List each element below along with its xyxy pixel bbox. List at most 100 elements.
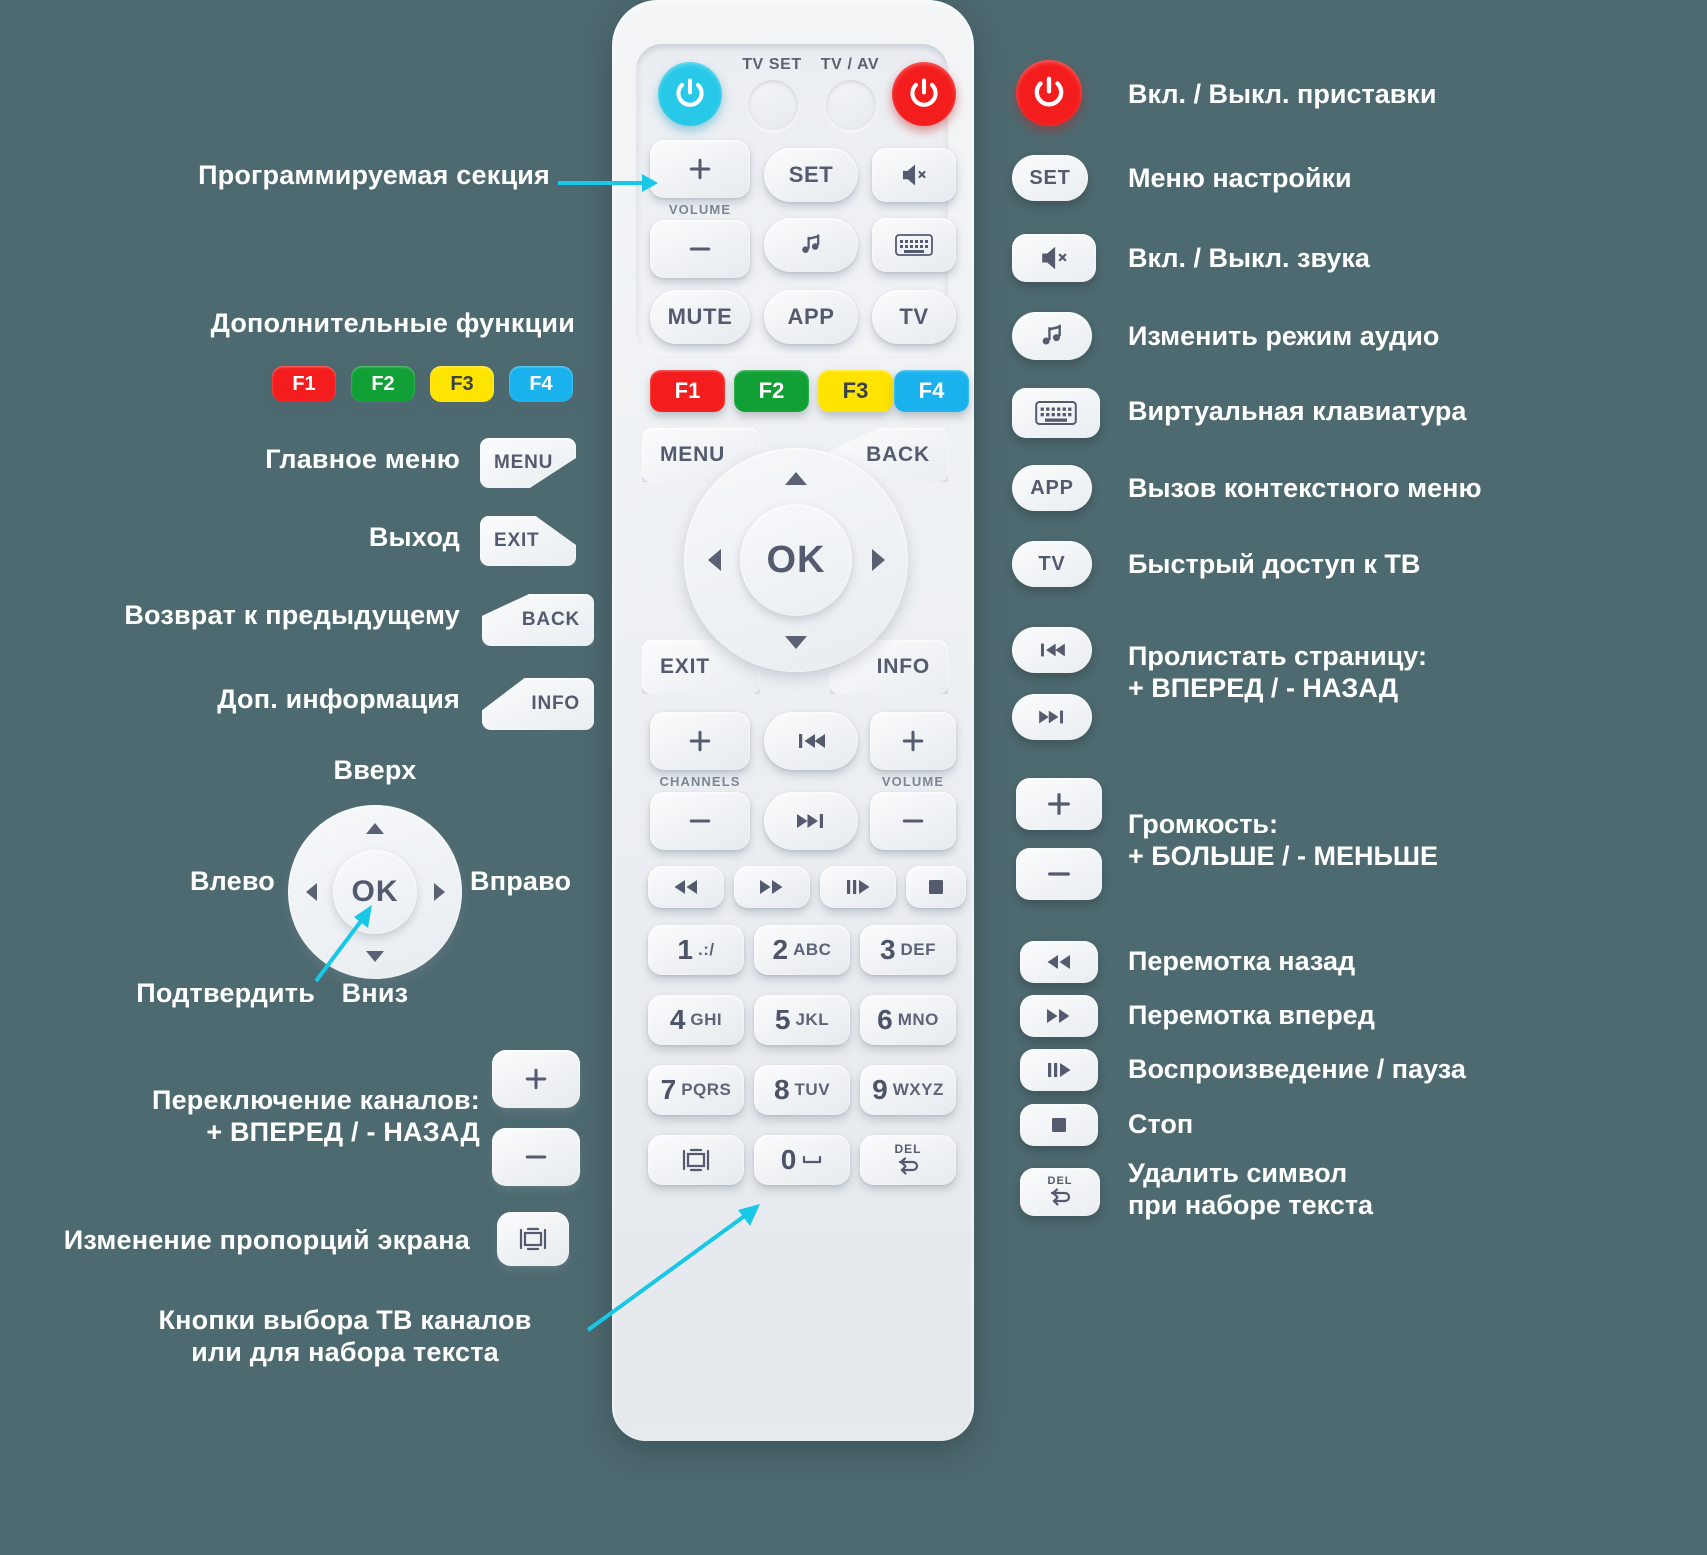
remote-fkey-f4[interactable]: F4: [894, 370, 969, 412]
label-left: Влево: [189, 866, 275, 896]
legend-icon-stop[interactable]: [1020, 1104, 1098, 1146]
legend-icon-volume-up[interactable]: [1016, 778, 1102, 830]
keypad-key-9[interactable]: 9 WXYZ: [860, 1065, 956, 1115]
label-confirm: Подтвердить: [136, 978, 315, 1008]
legend-chip-channel-down[interactable]: [492, 1128, 580, 1186]
tv-av-label: TV / AV: [820, 56, 880, 73]
legend-chip-back[interactable]: BACK: [482, 594, 594, 646]
keypad-key-5[interactable]: 5 JKL: [754, 995, 850, 1045]
fast-forward-button[interactable]: [734, 866, 810, 908]
legend-icon-tv[interactable]: TV: [1012, 541, 1092, 587]
legend-chip-exit[interactable]: EXIT: [480, 516, 576, 566]
legend-fkey-f2[interactable]: F2: [351, 366, 415, 402]
keypad-letters: ABC: [793, 940, 832, 959]
space-underscore-icon: [803, 1155, 822, 1164]
legend-icon-rewind[interactable]: [1020, 941, 1098, 983]
minus-icon: [525, 1155, 547, 1159]
volume-down-button-lower[interactable]: [870, 792, 956, 850]
keypad-key-6[interactable]: 6 MNO: [860, 995, 956, 1045]
legend-fkey-f1[interactable]: F1: [272, 366, 336, 402]
legend-icon-delete[interactable]: DEL: [1020, 1168, 1100, 1216]
power-button[interactable]: [892, 62, 956, 126]
tv-quick-button[interactable]: TV: [872, 290, 956, 344]
keypad-letters: .:/: [697, 940, 715, 959]
legend-chip-aspect[interactable]: [497, 1212, 569, 1266]
legend-chip-channel-up[interactable]: [492, 1050, 580, 1108]
mute-text-button[interactable]: MUTE: [650, 290, 750, 344]
channels-down-button[interactable]: [650, 792, 750, 850]
keypad-key-4[interactable]: 4 GHI: [648, 995, 744, 1045]
legend-fkey-f3[interactable]: F3: [430, 366, 494, 402]
aspect-ratio-icon: [519, 1227, 547, 1251]
page-previous-button[interactable]: [764, 712, 858, 770]
audio-mode-button[interactable]: [764, 218, 858, 272]
keypad-key-3[interactable]: 3 DEF: [860, 925, 956, 975]
standby-power-button[interactable]: [658, 62, 722, 126]
remote-fkey-f1[interactable]: F1: [650, 370, 725, 412]
legend-chip-menu[interactable]: MENU: [480, 438, 576, 488]
keypad-key-0[interactable]: 0: [754, 1135, 850, 1185]
dpad-right-button[interactable]: [860, 448, 896, 672]
mute-icon-button[interactable]: [872, 148, 956, 202]
legend-icon-set[interactable]: SET: [1012, 155, 1088, 201]
legend-icon-mute[interactable]: [1012, 234, 1096, 282]
legend-icon-audio-mode[interactable]: [1012, 312, 1092, 360]
music-note-icon: [1042, 324, 1061, 345]
tv-set-label: TV SET: [742, 56, 802, 73]
legend-text-mute: Вкл. / Выкл. звука: [1128, 243, 1370, 273]
legend-icon-page-next[interactable]: [1012, 694, 1092, 740]
legend-text-forward: Перемотка вперед: [1128, 1000, 1375, 1030]
keypad-key-7[interactable]: 7 PQRS: [648, 1065, 744, 1115]
volume-up-button[interactable]: [650, 140, 750, 198]
remote-fkey-f2[interactable]: F2: [734, 370, 809, 412]
legend-icon-volume-down[interactable]: [1016, 848, 1102, 900]
remote-fkey-f3[interactable]: F3: [818, 370, 893, 412]
legend-icon-power[interactable]: [1016, 60, 1082, 126]
chevron-left-icon: [707, 549, 721, 571]
legend-text-audio-mode: Изменить режим аудио: [1128, 321, 1440, 351]
keypad-digit: 1: [677, 934, 693, 965]
page-next-button[interactable]: [764, 792, 858, 850]
stop-button[interactable]: [906, 866, 966, 908]
aspect-ratio-button[interactable]: [648, 1135, 744, 1185]
chevron-right-icon: [871, 549, 885, 571]
legend-icon-page-prev[interactable]: [1012, 627, 1092, 673]
label-exit: Выход: [368, 522, 460, 552]
volume-caption-top: VOLUME: [668, 202, 732, 217]
app-button[interactable]: APP: [764, 290, 858, 344]
legend-chip-info[interactable]: INFO: [482, 678, 594, 730]
tv-set-button[interactable]: [748, 80, 798, 130]
tv-av-button[interactable]: [826, 80, 876, 130]
volume-caption-lower: VOLUME: [881, 774, 945, 789]
legend-icon-play-pause[interactable]: [1020, 1049, 1098, 1091]
label-main-menu: Главное меню: [265, 444, 460, 474]
chevron-right-icon: [433, 883, 445, 901]
keypad-key-8[interactable]: 8 TUV: [754, 1065, 850, 1115]
legend-icon-app[interactable]: APP: [1012, 465, 1092, 511]
keypad-key-1[interactable]: 1 .:/: [648, 925, 744, 975]
plus-icon: [1048, 793, 1070, 815]
minus-icon: [1048, 872, 1070, 876]
del-label: DEL: [894, 1141, 922, 1156]
virtual-keyboard-button[interactable]: [872, 218, 956, 272]
legend-text-power: Вкл. / Выкл. приставки: [1128, 79, 1437, 109]
channels-up-button[interactable]: [650, 712, 750, 770]
dpad-left-button[interactable]: [696, 448, 732, 672]
chevron-up-icon: [366, 822, 384, 834]
legend-icon-keyboard[interactable]: [1012, 388, 1100, 438]
set-button[interactable]: SET: [764, 148, 858, 202]
chevron-down-icon: [785, 635, 807, 649]
volume-up-button-lower[interactable]: [870, 712, 956, 770]
label-back-to-previous: Возврат к предыдущему: [124, 600, 460, 630]
legend-fkey-f4[interactable]: F4: [509, 366, 573, 402]
keypad-key-2[interactable]: 2 ABC: [754, 925, 850, 975]
remote-dpad: OK: [684, 448, 908, 672]
delete-button[interactable]: DEL: [860, 1135, 956, 1185]
legend-icon-forward[interactable]: [1020, 995, 1098, 1037]
play-pause-button[interactable]: [820, 866, 896, 908]
legend-dpad-right[interactable]: [424, 805, 454, 979]
keypad-digit: 3: [879, 934, 896, 965]
keypad-digit: 8: [773, 1074, 790, 1105]
remote-ok-button[interactable]: OK: [740, 504, 852, 616]
volume-down-button[interactable]: [650, 220, 750, 278]
